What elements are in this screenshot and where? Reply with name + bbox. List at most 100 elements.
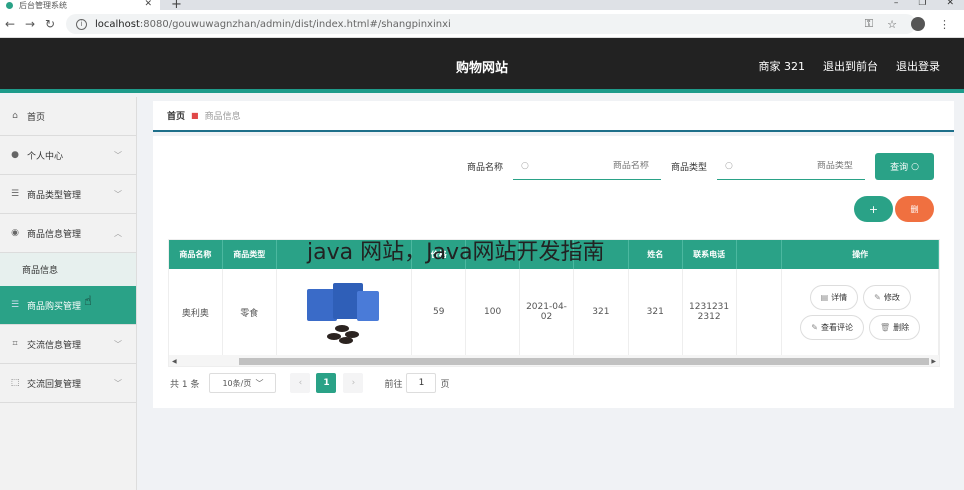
sidebar-item-label: 商品类型管理 — [27, 190, 82, 201]
sidebar-item-label: 首页 — [27, 112, 46, 123]
edit-label: 修改 — [883, 292, 900, 302]
action-buttons: + 删 — [854, 196, 934, 222]
chevron-down-icon: ﹀ — [255, 378, 264, 388]
cell-empty — [737, 269, 783, 355]
site-info-icon[interactable]: i — [76, 18, 87, 30]
th-actions: 操作 — [782, 240, 939, 269]
sidebar-subitem-product-info[interactable]: 商品信息 — [0, 253, 136, 286]
breadcrumb-home[interactable]: 首页 — [167, 109, 185, 122]
search-icon: ○ — [911, 161, 919, 172]
chevron-down-icon: ﹀ — [114, 189, 122, 199]
address-bar: ← → ↻ i localhost:8080/gouwuwagnzhan/adm… — [0, 10, 964, 38]
crop-icon: ⌗ — [12, 339, 18, 349]
app-header: 购物网站 商家 321 退出到前台 退出登录 — [0, 38, 964, 93]
browser-tab[interactable]: 后台管理系统 ✕ — [0, 0, 160, 10]
view-comments-label: 查看评论 — [821, 322, 853, 332]
address-bar-actions: ⚿ ☆ ⋮ — [865, 17, 950, 31]
chevron-down-icon: ﹀ — [114, 378, 122, 388]
query-label: 查询 — [890, 163, 909, 173]
sidebar-item-category[interactable]: ☰ 商品类型管理 ﹀ — [0, 175, 136, 214]
cell-name: 奥利奥 — [169, 269, 223, 355]
search-form: 商品名称 ○ 商品类型 ○ 查询 ○ — [467, 153, 934, 180]
goto-label: 前往 — [384, 379, 403, 390]
scroll-right-icon[interactable]: ▶ — [931, 358, 936, 365]
row-delete-label: 删除 — [893, 322, 910, 332]
sidebar-item-purchase[interactable]: ☰ 商品购买管理 ☝ — [0, 286, 136, 325]
horizontal-scrollbar[interactable]: ◀ ▶ — [169, 355, 939, 366]
user-icon: ● — [11, 150, 19, 160]
type-search-input[interactable] — [732, 161, 853, 171]
menu-icon[interactable]: ⋮ — [939, 18, 950, 31]
frame-icon: ⬚ — [10, 378, 20, 388]
th-type: 商品类型 — [223, 240, 277, 269]
minimize-icon[interactable]: – — [894, 0, 899, 8]
sidebar-item-label: 交流回复管理 — [27, 379, 82, 390]
delete-button[interactable]: 删 — [895, 196, 934, 222]
detail-label: 详情 — [831, 292, 848, 302]
sidebar-item-reply[interactable]: ⬚ 交流回复管理 ﹀ — [0, 364, 136, 403]
goto-page-input[interactable]: 1 — [406, 373, 437, 393]
reload-icon[interactable]: ↻ — [40, 17, 60, 31]
total-count: 共 1 条 — [170, 379, 200, 390]
sidebar-item-product-manage[interactable]: ◉ 商品信息管理 ︿ — [0, 214, 136, 253]
header-actions: 商家 321 退出到前台 退出登录 — [759, 58, 941, 74]
close-tab-icon[interactable]: ✕ — [144, 0, 152, 9]
type-label: 商品类型 — [670, 163, 707, 173]
edit-icon: ✎ — [811, 322, 818, 332]
name-search-field[interactable]: ○ — [512, 153, 661, 180]
next-page-icon[interactable]: › — [343, 373, 364, 393]
watermark-text: java 网站，Java网站开发指南 — [307, 240, 605, 265]
th-col10 — [737, 240, 783, 269]
trash-icon: 🗑 — [880, 322, 891, 332]
star-icon[interactable]: ☆ — [887, 18, 897, 31]
sidebar-item-label: 商品购买管理 — [27, 301, 82, 312]
tab-title: 后台管理系统 — [19, 0, 67, 10]
scroll-left-icon[interactable]: ◀ — [172, 358, 177, 365]
doc-icon: ▤ — [820, 292, 829, 302]
maximize-icon[interactable]: ❐ — [918, 0, 926, 8]
name-search-input[interactable] — [528, 161, 649, 171]
profile-icon[interactable] — [911, 17, 925, 31]
sidebar: ⌂ 首页 ● 个人中心 ﹀ ☰ 商品类型管理 ﹀ ◉ 商品信息管理 ︿ 商品信息… — [0, 97, 137, 490]
sidebar-item-label: 交流信息管理 — [27, 340, 82, 351]
logout-link[interactable]: 退出登录 — [896, 58, 940, 74]
type-search-field[interactable]: ○ — [717, 153, 865, 180]
th-merchant-name: 姓名 — [629, 240, 683, 269]
chevron-down-icon: ﹀ — [114, 150, 122, 160]
detail-button[interactable]: ▤ 详情 — [809, 284, 859, 310]
sidebar-item-profile[interactable]: ● 个人中心 ﹀ — [0, 136, 136, 175]
pin-icon: ◉ — [11, 228, 19, 238]
breadcrumb-separator-icon: ■ — [191, 111, 199, 120]
cell-price: 59 — [412, 269, 467, 355]
page-number[interactable]: 1 — [316, 373, 337, 393]
th-name: 商品名称 — [169, 240, 223, 269]
sidebar-item-exchange[interactable]: ⌗ 交流信息管理 ﹀ — [0, 325, 136, 364]
table-row: 奥利奥 零食 59 100 2021-04-02 321 321 1231231… — [169, 269, 939, 355]
back-to-front-link[interactable]: 退出到前台 — [823, 58, 878, 74]
page-size-value: 10条/页 — [222, 378, 252, 388]
close-window-icon[interactable]: ✕ — [946, 0, 954, 8]
url-input[interactable]: i localhost:8080/gouwuwagnzhan/admin/dis… — [66, 14, 916, 34]
pagination: 共 1 条 10条/页 ﹀ ‹ 1 › 前往 1 页 — [170, 373, 449, 393]
edit-button[interactable]: ✎ 修改 — [863, 284, 911, 310]
search-icon: ○ — [520, 161, 529, 171]
prev-page-icon[interactable]: ‹ — [290, 373, 311, 393]
forward-icon[interactable]: → — [20, 17, 40, 31]
page-size-select[interactable]: 10条/页 ﹀ — [209, 373, 277, 393]
list-icon: ☰ — [10, 189, 20, 199]
sidebar-item-home[interactable]: ⌂ 首页 — [0, 97, 136, 136]
sidebar-item-label: 商品信息 — [22, 266, 59, 276]
cell-actions: ▤ 详情 ✎ 修改 ✎ 查看评论 🗑 删除 — [782, 269, 939, 355]
query-button[interactable]: 查询 ○ — [875, 153, 934, 180]
cell-stock: 100 — [466, 269, 521, 355]
cell-image — [277, 269, 413, 355]
add-button[interactable]: + — [854, 196, 893, 222]
chevron-down-icon: ﹀ — [114, 339, 122, 349]
breadcrumb: 首页 ■ 商品信息 — [153, 101, 954, 132]
th-phone: 联系电话 — [683, 240, 737, 269]
view-comments-button[interactable]: ✎ 查看评论 — [800, 314, 864, 340]
row-delete-button[interactable]: 🗑 删除 — [869, 314, 921, 340]
scrollbar-thumb[interactable] — [239, 358, 929, 365]
back-icon[interactable]: ← — [0, 17, 20, 31]
key-icon[interactable]: ⚿ — [865, 17, 873, 31]
